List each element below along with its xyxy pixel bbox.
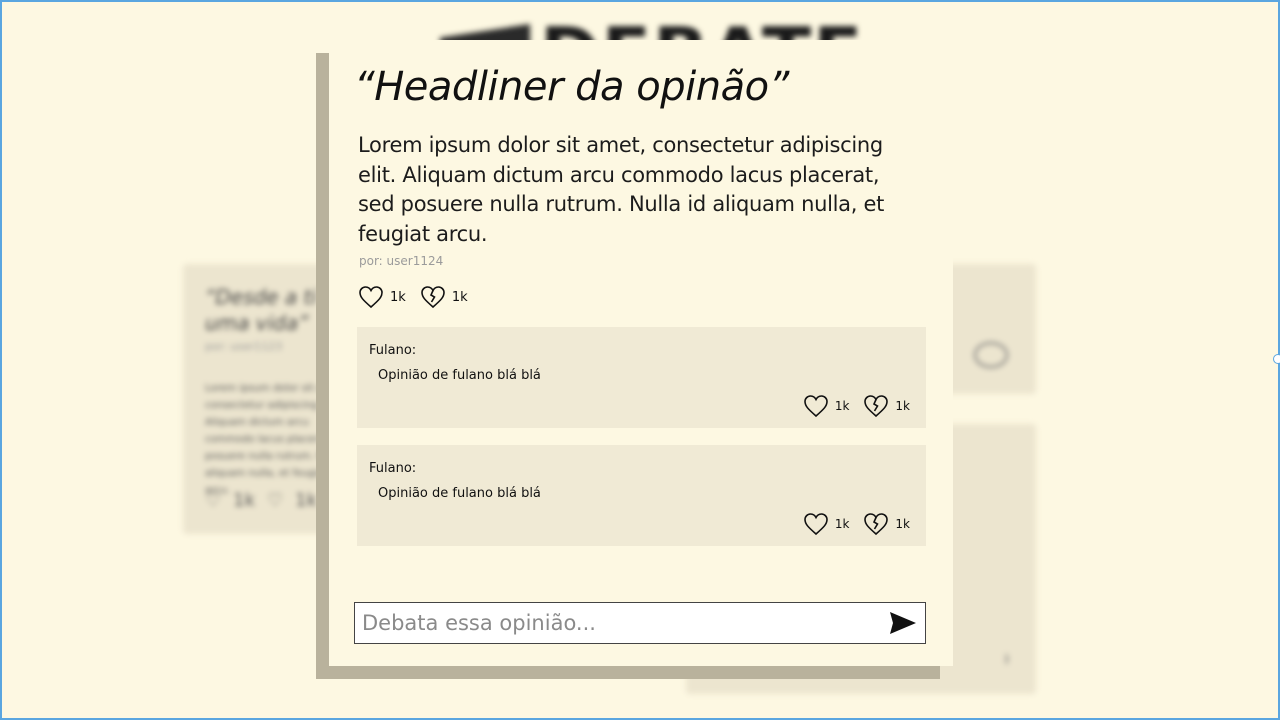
comment-item: Fulano: Opinião de fulano blá blá 1k 1k [357,445,926,546]
background-card-author: por: user1123 [205,340,283,353]
like-count: 1k [834,517,850,531]
dislike-count: 1k [295,490,318,511]
opinion-headline: “Headliner da opinão” [354,64,789,110]
comment-author: Fulano: [369,461,417,476]
broken-heart-icon [864,513,889,536]
dislike-button[interactable] [863,394,889,418]
like-button[interactable] [803,512,829,536]
speech-bubble-icon[interactable] [974,342,1008,368]
background-card-reactions: ♡ 1k ♡ 1k [205,490,317,511]
comment-text: Opinião de fulano blá blá [378,486,541,501]
send-button[interactable] [887,610,919,638]
opinion-reactions: 1k 1k [358,285,476,309]
like-count: 1k [390,289,406,305]
dislike-button[interactable] [863,512,889,536]
opinion-body: Lorem ipsum dolor sit amet, consectetur … [358,133,885,246]
heart-icon [804,513,828,536]
dislike-count: 1k [895,517,910,531]
opinion-author: por: user1124 [359,254,444,268]
dislike-count: 1k [451,289,468,305]
broken-heart-icon [421,286,445,309]
comment-text: Opinião de fulano blá blá [378,368,541,383]
reply-box [354,602,926,644]
heart-icon [804,395,828,418]
heart-icon [359,286,383,309]
comment-author: Fulano: [369,343,417,358]
like-count: 1k [233,490,256,511]
like-count: 1k [834,399,850,413]
opinion-modal: “Headliner da opinão” Lorem ipsum dolor … [329,40,953,666]
comment-reactions: 1k 1k [803,394,910,418]
dislike-button[interactable] [420,285,446,309]
dislike-count: 1k [895,399,910,413]
comment-item: Fulano: Opinião de fulano blá blá 1k 1k [357,327,926,428]
like-button[interactable] [803,394,829,418]
comment-reactions: 1k 1k [803,512,910,536]
reply-input[interactable] [355,603,875,643]
like-button[interactable] [358,285,384,309]
broken-heart-icon[interactable]: ♡ [267,490,283,511]
send-icon [890,612,916,634]
resize-handle[interactable] [1273,354,1280,364]
broken-heart-icon [864,395,889,418]
heart-icon[interactable]: ♡ [205,490,221,511]
